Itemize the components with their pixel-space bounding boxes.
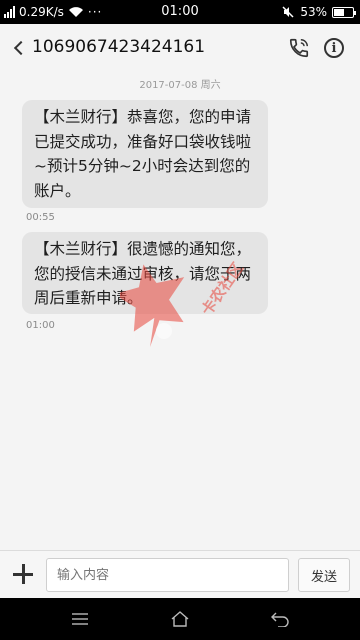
conversation-header: 1069067423424161 i (0, 24, 360, 72)
info-icon: i (324, 38, 344, 58)
menu-icon (72, 613, 88, 625)
home-icon (171, 611, 189, 627)
contact-number: 1069067423424161 (32, 37, 206, 57)
call-button[interactable] (287, 36, 311, 60)
back-button[interactable] (8, 36, 30, 60)
date-separator: 2017-07-08 周六 (139, 80, 221, 91)
info-button[interactable]: i (322, 36, 346, 60)
message-bubble[interactable]: 【木兰财行】很遗憾的通知您，您的授信未通过审核，请您于两周后重新申请。 (22, 232, 268, 314)
home-button[interactable] (165, 606, 195, 632)
menu-button[interactable] (65, 606, 95, 632)
back-arrow-icon (13, 40, 29, 56)
navigation-bar (0, 598, 360, 640)
battery-percent: 53% (300, 5, 327, 19)
back-nav-button[interactable] (265, 606, 295, 632)
battery-icon (332, 6, 356, 18)
status-bar: 0.29K/s ··· 01:00 53% (0, 0, 360, 24)
composer-bar: 发送 (0, 550, 360, 598)
add-attachment-button[interactable] (10, 561, 36, 587)
return-icon (271, 612, 289, 627)
message-time: 00:55 (26, 212, 55, 223)
send-button[interactable]: 发送 (298, 558, 350, 592)
message-input[interactable] (46, 558, 289, 592)
message-time: 01:00 (26, 320, 55, 331)
message-bubble[interactable]: 【木兰财行】恭喜您，您的申请已提交成功，准备好口袋收钱啦~预计5分钟~2小时会达… (22, 100, 268, 208)
phone-icon (289, 38, 309, 58)
mute-icon (282, 6, 294, 18)
